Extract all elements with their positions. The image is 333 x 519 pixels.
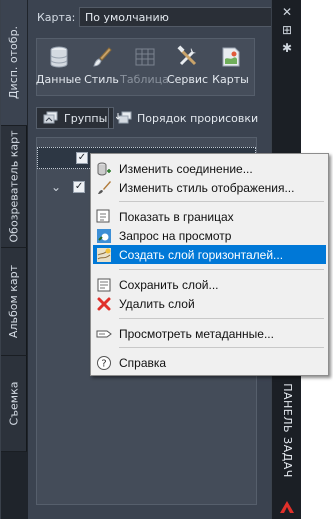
draw-order-button[interactable]: Порядок прорисовки [116, 107, 258, 129]
tab-map-explorer[interactable]: Обозреватель карт [1, 126, 27, 248]
menu-separator [119, 201, 324, 202]
zoom-extents-icon [96, 209, 112, 225]
task-pane-title: ПАНЕЛЬ ЗАДАЧ [280, 382, 294, 478]
menu-item-delete-layer[interactable]: Удалить слой [93, 294, 326, 313]
help-icon: ? [96, 355, 112, 371]
database-icon [50, 46, 67, 68]
tab-map-book[interactable]: Альбом карт [1, 248, 27, 356]
brush-icon [96, 180, 112, 196]
metadata-icon [96, 326, 112, 342]
chevron-down-icon[interactable]: ⌄ [51, 180, 61, 194]
tab-survey[interactable]: Съемка [1, 356, 27, 452]
autocad-logo-icon [280, 501, 294, 513]
groups-icon [43, 111, 58, 124]
maps-button[interactable]: Карты [209, 39, 252, 95]
table-icon [135, 48, 154, 66]
layer-context-menu: Изменить соединение... Изменить стиль от… [90, 153, 329, 376]
data-button[interactable]: Данные [36, 39, 81, 95]
menu-item-save-layer[interactable]: Сохранить слой... [93, 275, 326, 294]
toolbar-divider [108, 108, 109, 128]
draw-order-icon [116, 111, 132, 124]
groups-button[interactable]: Группы [36, 107, 115, 129]
layer-visibility-checkbox[interactable]: ✓ [76, 152, 88, 164]
menu-separator [119, 318, 324, 319]
save-icon [96, 277, 112, 293]
menu-separator [119, 269, 324, 270]
menu-item-create-contour-layer[interactable]: Создать слой горизонталей... [93, 245, 326, 264]
menu-item-query[interactable]: Запрос на просмотр [93, 226, 326, 245]
tools-icon [176, 45, 196, 66]
menu-separator [119, 347, 324, 348]
table-button[interactable]: Таблица [120, 39, 169, 95]
menu-item-help[interactable]: ? Справка [93, 353, 326, 372]
tools-button[interactable]: Сервис [166, 39, 209, 95]
data-connect-icon [96, 161, 112, 177]
query-icon [96, 228, 112, 244]
menu-item-zoom-extents[interactable]: Показать в границах [93, 207, 326, 226]
tab-display-manager[interactable]: Дисп. отобр. [1, 0, 27, 126]
svg-text:?: ? [101, 358, 106, 369]
map-icon [222, 47, 239, 67]
close-icon[interactable]: ✕ [279, 4, 295, 20]
pin-icon[interactable]: ⊞ [279, 22, 295, 38]
menu-item-view-metadata[interactable]: Просмотреть метаданные... [93, 324, 326, 343]
map-select[interactable]: По умолчанию ▼ [79, 7, 287, 27]
menu-item-edit-connection[interactable]: Изменить соединение... [93, 159, 326, 178]
map-select-value: По умолчанию [85, 10, 169, 24]
menu-item-edit-style[interactable]: Изменить стиль отображения... [93, 178, 326, 197]
style-button[interactable]: Стиль [80, 39, 123, 95]
ribbon: Данные Стиль Таблица Сервис Карты [36, 38, 255, 96]
delete-icon [96, 296, 112, 312]
layer-visibility-checkbox[interactable]: ✓ [73, 181, 86, 193]
map-label: Карта: [37, 11, 76, 24]
contour-icon [96, 247, 112, 263]
properties-icon[interactable]: ✱ [279, 40, 295, 56]
brush-icon [92, 47, 112, 67]
